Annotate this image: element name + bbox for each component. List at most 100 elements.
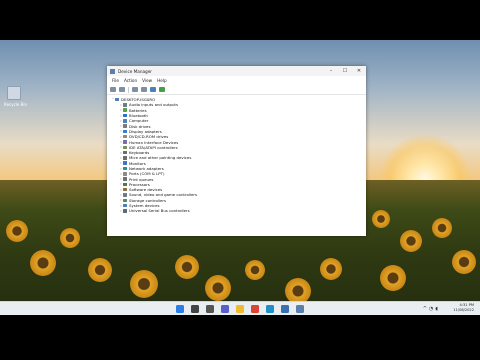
device-category-row[interactable]: › Universal Serial Bus controllers <box>119 208 366 213</box>
device-category-label: Disk drives <box>129 123 151 129</box>
show-hide-console-tree-icon[interactable] <box>150 87 156 92</box>
screen: Recycle Bin Device Manager – ☐ ✕ File Ac… <box>0 0 480 360</box>
device-category-icon <box>123 203 127 208</box>
device-category-icon <box>123 177 127 181</box>
scan-hardware-icon[interactable] <box>159 87 165 92</box>
back-icon[interactable] <box>110 87 116 92</box>
device-category-label: Storage controllers <box>129 197 167 203</box>
device-category-label: Universal Serial Bus controllers <box>129 208 190 214</box>
device-category-icon <box>123 103 127 107</box>
sunflower <box>6 220 28 242</box>
sunflower <box>245 260 265 280</box>
title-bar[interactable]: Device Manager – ☐ ✕ <box>107 66 366 76</box>
chat-icon[interactable] <box>221 305 229 313</box>
device-category-label: Print queues <box>129 176 154 182</box>
device-category-label: Processors <box>129 181 150 187</box>
device-category-icon <box>123 129 127 134</box>
menu-action[interactable]: Action <box>124 78 137 83</box>
properties-icon[interactable] <box>132 87 138 92</box>
device-category-icon <box>123 140 127 144</box>
taskbar: ^◔◖ 4:31 PM 11/08/2022 <box>0 301 480 316</box>
maximize-button[interactable]: ☐ <box>338 68 352 74</box>
device-manager-app-icon <box>110 68 115 74</box>
sunflower <box>380 265 406 291</box>
device-category-icon <box>123 166 127 171</box>
device-category-label: Computer <box>129 118 149 124</box>
sunflower <box>432 218 452 238</box>
device-category-icon <box>123 134 127 139</box>
device-category-icon <box>123 113 127 118</box>
device-category-icon <box>123 119 127 123</box>
device-category-icon <box>123 172 127 176</box>
device-category-icon <box>123 145 127 150</box>
device-category-label: Mice and other pointing devices <box>129 155 192 161</box>
sunflower <box>60 228 80 248</box>
menu-view[interactable]: View <box>142 78 152 83</box>
clock-date: 11/08/2022 <box>453 308 474 312</box>
sunflower <box>130 270 158 298</box>
device-category-label: Batteries <box>129 107 147 113</box>
recycle-bin-shortcut[interactable]: Recycle Bin <box>4 86 28 107</box>
sunflower <box>372 210 390 228</box>
device-category-icon <box>123 124 127 128</box>
task-view-icon[interactable] <box>206 305 214 313</box>
help-icon[interactable] <box>141 87 147 92</box>
device-category-label: Bluetooth <box>129 113 148 119</box>
device-category-label: System devices <box>129 203 160 209</box>
computer-icon <box>115 97 119 102</box>
device-category-label: IDE ATA/ATAPI controllers <box>129 144 178 150</box>
recycle-bin-icon <box>7 86 21 100</box>
device-category-label: Display adapters <box>129 128 162 134</box>
recycle-bin-label: Recycle Bin <box>4 102 28 107</box>
tree-root-label: DESKTOP-ISG0RO <box>121 97 156 103</box>
device-category-icon <box>123 150 127 155</box>
window-title: Device Manager <box>118 68 153 74</box>
sunflower <box>205 275 231 301</box>
sunflower <box>88 258 112 282</box>
device-category-icon <box>123 182 127 187</box>
volume-icon[interactable]: ◖ <box>435 306 440 312</box>
menu-help[interactable]: Help <box>157 78 167 83</box>
device-category-label: Audio inputs and outputs <box>129 102 178 108</box>
device-category-label: Human Interface Devices <box>129 139 179 145</box>
sunflower <box>175 255 199 279</box>
clock[interactable]: 4:31 PM 11/08/2022 <box>453 303 474 313</box>
file-explorer-icon[interactable] <box>236 305 244 313</box>
device-category-icon <box>123 198 127 203</box>
device-manager-icon[interactable] <box>296 305 304 313</box>
device-category-label: Network adapters <box>129 166 164 171</box>
chrome-icon[interactable] <box>251 305 259 313</box>
forward-icon[interactable] <box>119 87 125 92</box>
letterbox-bottom <box>0 315 480 360</box>
device-category-label: Monitors <box>129 160 146 166</box>
device-category-label: Keyboards <box>129 150 150 156</box>
device-manager-window: Device Manager – ☐ ✕ File Action View He… <box>107 66 366 236</box>
device-category-icon <box>123 108 127 112</box>
sunflower <box>452 250 476 274</box>
device-category-icon <box>123 193 127 197</box>
menu-bar: File Action View Help <box>107 76 366 85</box>
sunflower <box>400 230 422 252</box>
device-category-icon <box>123 187 127 192</box>
edge-icon[interactable] <box>266 305 274 313</box>
close-button[interactable]: ✕ <box>352 68 366 74</box>
letterbox-top <box>0 0 480 40</box>
device-category-icon <box>123 209 127 213</box>
device-category-list: › Audio inputs and outputs › Batteries › Blue… <box>111 102 366 213</box>
device-category-icon <box>123 156 127 160</box>
sunflower <box>30 250 56 276</box>
device-category-icon <box>123 161 127 165</box>
sunflower <box>285 278 311 301</box>
device-category-label: Ports (COM & LPT) <box>129 171 165 177</box>
menu-file[interactable]: File <box>112 78 119 83</box>
system-tray-icons: ^◔◖ <box>423 306 440 312</box>
store-icon[interactable] <box>281 305 289 313</box>
device-category-label: DVD/CD-ROM drives <box>129 134 169 140</box>
toolbar-separator <box>128 86 129 93</box>
search-icon[interactable] <box>191 305 199 313</box>
device-category-label: Software devices <box>129 187 163 193</box>
device-category-label: Sound, video and game controllers <box>129 192 198 198</box>
minimize-button[interactable]: – <box>324 68 338 74</box>
toolbar <box>107 85 366 95</box>
start-icon[interactable] <box>176 305 184 313</box>
